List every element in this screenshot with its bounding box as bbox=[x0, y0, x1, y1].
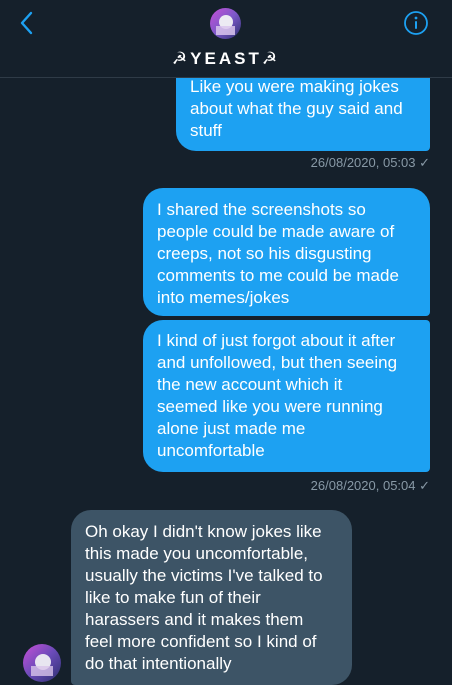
conversation-avatar[interactable] bbox=[210, 8, 241, 39]
conversation-header: ☭YEAST☭ bbox=[0, 0, 452, 78]
message-bubble-outgoing[interactable]: I kind of just forgot about it after and… bbox=[143, 320, 430, 472]
conversation-thread: Like you were making jokes about what th… bbox=[0, 0, 452, 685]
info-button[interactable] bbox=[403, 10, 429, 36]
sender-avatar[interactable] bbox=[23, 644, 61, 682]
message-bubble-incoming[interactable]: Oh okay I didn't know jokes like this ma… bbox=[71, 510, 352, 685]
info-icon bbox=[404, 11, 428, 35]
message-bubble-outgoing[interactable]: I shared the screenshots so people could… bbox=[143, 188, 430, 316]
chevron-left-icon bbox=[20, 11, 33, 35]
message-timestamp: 26/08/2020, 05:03 ✓ bbox=[310, 155, 430, 170]
message-timestamp: 26/08/2020, 05:04 ✓ bbox=[310, 478, 430, 493]
back-button[interactable] bbox=[14, 10, 40, 36]
conversation-title[interactable]: ☭YEAST☭ bbox=[0, 49, 452, 69]
